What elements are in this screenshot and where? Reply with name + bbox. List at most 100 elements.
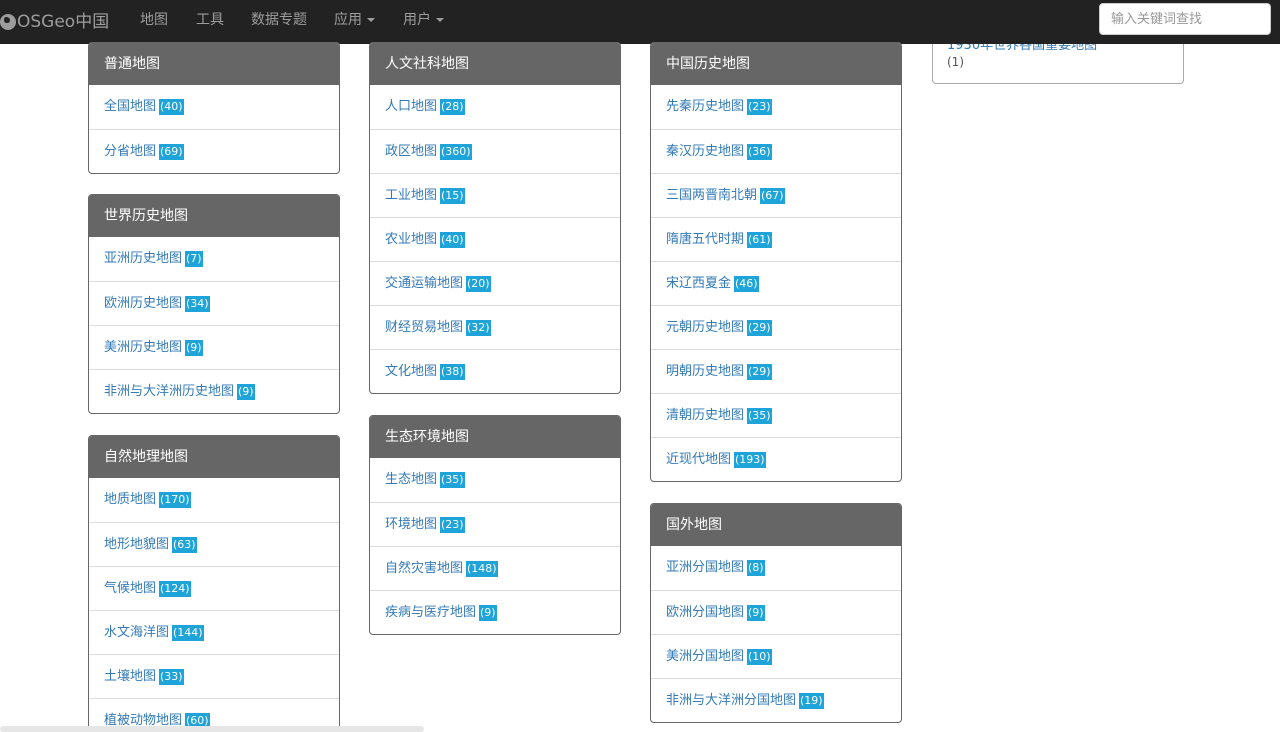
list-item-label[interactable]: 人口地图 [385,99,437,114]
top-navbar: OSGeo中国 地图 工具 数据专题 应用 用户 [0,0,1280,44]
panel-list: 人口地图 (28) 政区地图 (360) 工业地图 (15) 农业地图 (40) 交通运输地图(… [370,85,620,393]
list-item[interactable]: 分省地图 (69) [89,129,339,173]
search-input[interactable] [1099,3,1271,35]
list-item[interactable]: 财经贸易地图 (32) [370,305,620,349]
nav-data-topics[interactable]: 数据专题 [251,0,307,40]
list-item-label[interactable]: 元朝历史地图 [666,320,744,335]
list-item-label[interactable]: 政区地图 [385,144,437,159]
list-item-label[interactable]: 三国两晋南北朝 [666,188,757,203]
list-item-label[interactable]: 生态地图 [385,472,437,487]
list-item[interactable]: 宋辽西夏金 (46) [651,261,901,305]
list-item[interactable]: 非洲与大洋洲历史地图 (9) [89,369,339,413]
list-item[interactable]: 欧洲分国地图 (9) [651,590,901,634]
list-item[interactable]: 先秦历史地图 (23) [651,85,901,129]
list-item[interactable]: 地形地貌图 (63) [89,522,339,566]
list-item[interactable]: 自然灾害地图 (148) [370,546,620,590]
list-item-label[interactable]: 环境地图 [385,517,437,532]
nav-user-dropdown[interactable]: 用户 [403,0,444,40]
list-item-label[interactable]: 自然灾害地图 [385,561,463,576]
list-item[interactable]: 元朝历史地图 (29) [651,305,901,349]
list-item-label[interactable]: 亚洲分国地图 [666,560,744,575]
list-item-label[interactable]: 地形地貌图 [104,537,169,552]
list-item-label[interactable]: 全国地图 [104,99,156,114]
list-item[interactable]: 农业地图 (40) [370,217,620,261]
list-item-label[interactable]: 交通运输地图 [385,276,463,291]
list-item-label[interactable]: 财经贸易地图 [385,320,463,335]
globe-icon [0,14,16,30]
brand-logo[interactable]: OSGeo中国 [0,0,109,44]
list-item-label[interactable]: 分省地图 [104,144,156,159]
list-item[interactable]: 人口地图 (28) [370,85,620,129]
list-item-label[interactable]: 气候地图 [104,581,156,596]
list-item[interactable]: 明朝历史地图 (29) [651,349,901,393]
panel-list: 生态地图 (35) 环境地图 (23) 自然灾害地图 (148) 疾病与医疗地图 (9) [370,458,620,634]
list-item-label[interactable]: 清朝历史地图 [666,408,744,423]
horizontal-scrollbar[interactable] [0,726,424,732]
list-item[interactable]: 美洲历史地图 (9) [89,325,339,369]
list-item[interactable]: 亚洲分国地图 (8) [651,546,901,590]
list-item[interactable]: 隋唐五代时期 (61) [651,217,901,261]
list-item[interactable]: 疾病与医疗地图 (9) [370,590,620,634]
list-item-label[interactable]: 疾病与医疗地图 [385,605,476,620]
panel-list: 地质地图 (170) 地形地貌图 (63) 气候地图 (124) 水文海洋图 (144) 土壤地… [89,478,339,732]
list-item-label[interactable]: 隋唐五代时期 [666,232,744,247]
count-badge: (46) [734,275,759,292]
list-item-label[interactable]: 文化地图 [385,364,437,379]
list-item-label[interactable]: 水文海洋图 [104,625,169,640]
list-item-label[interactable]: 工业地图 [385,188,437,203]
count-badge: (61) [747,231,772,248]
list-item[interactable]: 土壤地图 (33) [89,654,339,698]
list-item-label[interactable]: 非洲与大洋洲历史地图 [104,384,234,399]
list-item-label[interactable]: 地质地图 [104,492,156,507]
count-badge: (28) [440,98,465,115]
list-item-label[interactable]: 亚洲历史地图 [104,251,182,266]
list-item[interactable]: 生态地图 (35) [370,458,620,502]
count-badge: (9) [185,339,203,356]
category-panel: 自然地理地图 地质地图 (170) 地形地貌图 (63) 气候地图 (124) 水文海洋图 (1… [88,435,340,732]
list-item[interactable]: 秦汉历史地图 (36) [651,129,901,173]
nav-apps-label: 应用 [334,12,362,28]
list-item-label[interactable]: 宋辽西夏金 [666,276,731,291]
list-item-label[interactable]: 非洲与大洋洲分国地图 [666,693,796,708]
list-item[interactable]: 欧洲历史地图 (34) [89,281,339,325]
side-item-link[interactable]: 1930年世界各国重要地图 [947,44,1097,53]
count-badge: (170) [159,491,191,508]
nav-tools[interactable]: 工具 [196,0,224,40]
list-item[interactable]: 政区地图 (360) [370,129,620,173]
list-item[interactable]: 工业地图 (15) [370,173,620,217]
count-badge: (63) [172,536,197,553]
list-item[interactable]: 亚洲历史地图 (7) [89,237,339,281]
list-item[interactable]: 三国两晋南北朝 (67) [651,173,901,217]
count-badge: (19) [799,692,824,709]
list-item-label[interactable]: 秦汉历史地图 [666,144,744,159]
panel-heading: 世界历史地图 [89,195,339,237]
list-item-label[interactable]: 近现代地图 [666,452,731,467]
list-item[interactable]: 气候地图 (124) [89,566,339,610]
list-item-label[interactable]: 美洲历史地图 [104,340,182,355]
list-item[interactable]: 美洲分国地图 (10) [651,634,901,678]
count-badge: (148) [466,560,498,577]
count-badge: (7) [185,250,203,267]
list-item[interactable]: 水文海洋图 (144) [89,610,339,654]
list-item-label[interactable]: 明朝历史地图 [666,364,744,379]
list-item[interactable]: 地质地图 (170) [89,478,339,522]
nav-map[interactable]: 地图 [140,0,168,40]
list-item-label[interactable]: 农业地图 [385,232,437,247]
list-item[interactable]: 非洲与大洋洲分国地图 (19) [651,678,901,722]
list-item[interactable]: 环境地图 (23) [370,502,620,546]
list-item[interactable]: 文化地图 (38) [370,349,620,393]
nav-apps-dropdown[interactable]: 应用 [334,0,375,40]
count-badge: (9) [747,604,765,621]
list-item[interactable]: 交通运输地图 (20) [370,261,620,305]
panel-list: 全国地图 (40) 分省地图 (69) [89,85,339,173]
list-item-label[interactable]: 先秦历史地图 [666,99,744,114]
list-item[interactable]: 清朝历史地图 (35) [651,393,901,437]
list-item[interactable]: 全国地图 (40) [89,85,339,129]
list-item-label[interactable]: 美洲分国地图 [666,649,744,664]
side-item-count: (1) [947,55,964,69]
list-item-label[interactable]: 土壤地图 [104,669,156,684]
count-badge: (69) [159,143,184,160]
list-item-label[interactable]: 欧洲历史地图 [104,296,182,311]
list-item[interactable]: 近现代地图 (193) [651,437,901,481]
list-item-label[interactable]: 欧洲分国地图 [666,605,744,620]
